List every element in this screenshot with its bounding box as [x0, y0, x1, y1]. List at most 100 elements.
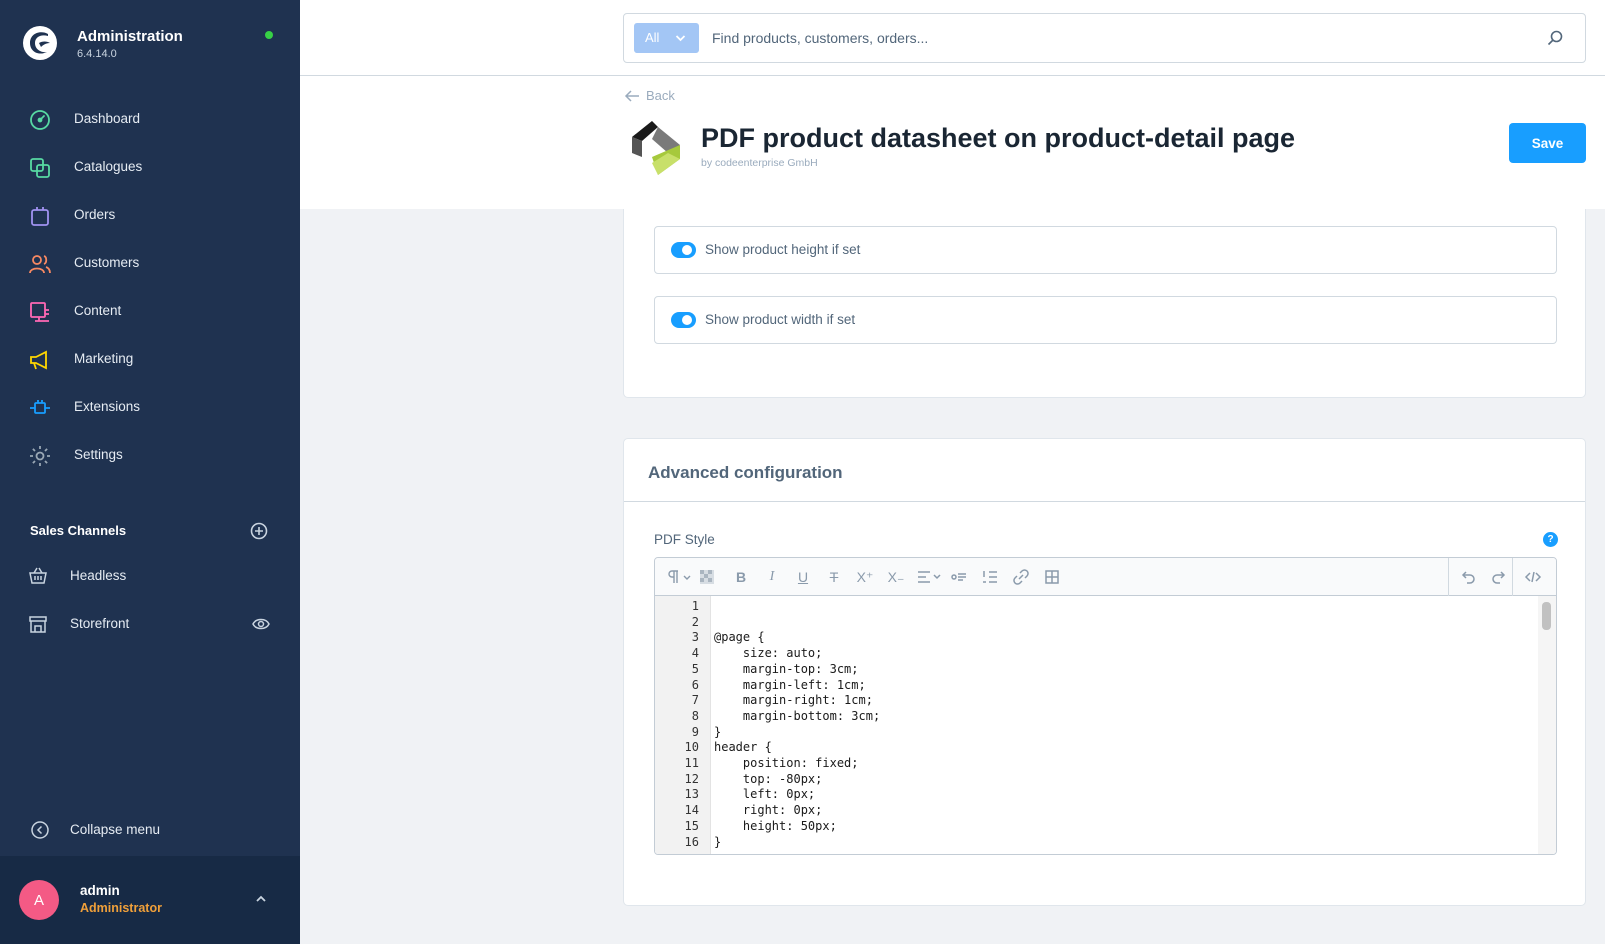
- line-number: 7: [691, 693, 699, 708]
- code-line: left: 0px;: [714, 787, 816, 802]
- page-subtitle: by codeenterprise GmbH: [701, 157, 818, 169]
- paragraph-format-button[interactable]: [665, 567, 695, 587]
- save-button[interactable]: Save: [1509, 123, 1586, 163]
- bullet-list-button[interactable]: [949, 567, 969, 587]
- plugin-logo-icon: [632, 121, 680, 175]
- line-number: 16: [684, 834, 699, 849]
- nav-item-extensions[interactable]: Extensions: [0, 384, 300, 432]
- toolbar-separator: [1512, 558, 1513, 596]
- line-number: 13: [684, 787, 699, 802]
- nav-item-catalogues[interactable]: Catalogues: [0, 144, 300, 192]
- toggle-row-width[interactable]: Show product width if set: [654, 296, 1557, 344]
- nav-item-marketing[interactable]: Marketing: [0, 336, 300, 384]
- app-title: Administration: [77, 28, 183, 45]
- line-number: 9: [691, 724, 699, 739]
- show-height-toggle[interactable]: [671, 242, 696, 258]
- link-button[interactable]: [1011, 567, 1031, 587]
- checkerboard-icon: [700, 570, 714, 584]
- global-search: All: [623, 13, 1586, 63]
- orders-icon: [31, 207, 49, 226]
- italic-button[interactable]: I: [762, 567, 782, 587]
- toggle-row-height[interactable]: Show product height if set: [654, 226, 1557, 274]
- extensions-icon: [30, 400, 50, 414]
- line-number: 6: [691, 677, 699, 692]
- shopware-logo-icon[interactable]: [22, 25, 58, 61]
- status-online-dot: [265, 31, 273, 39]
- underline-icon: U: [797, 569, 809, 585]
- divider: [624, 501, 1585, 502]
- config-card: Show product height if set Show product …: [623, 209, 1586, 398]
- catalogue-icon: [30, 158, 50, 178]
- toggle-label: Show product height if set: [705, 242, 861, 257]
- nav-item-settings[interactable]: Settings: [0, 432, 300, 480]
- code-line: right: 0px;: [714, 803, 823, 818]
- collapse-menu-button[interactable]: Collapse menu: [0, 810, 300, 850]
- code-line: }: [714, 834, 722, 849]
- line-number: 15: [684, 818, 699, 833]
- user-menu[interactable]: A admin Administrator: [0, 856, 300, 944]
- editor-toolbar: B I U T X⁺ X₋: [655, 558, 1556, 596]
- subscript-icon: X₋: [887, 569, 905, 585]
- numbered-list-button[interactable]: [980, 567, 1000, 587]
- sidebar: Administration 6.4.14.0 Dashboard Catalo…: [0, 0, 300, 944]
- basket-icon: [29, 567, 47, 584]
- page-title: PDF product datasheet on product-detail …: [701, 123, 1296, 153]
- line-number: 4: [691, 646, 699, 661]
- line-number: 12: [684, 771, 699, 786]
- text-color-button[interactable]: [697, 567, 717, 587]
- table-icon: [1045, 570, 1059, 584]
- undo-button[interactable]: [1458, 567, 1478, 587]
- underline-button[interactable]: U: [793, 567, 813, 587]
- paragraph-icon: [668, 570, 691, 583]
- bold-button[interactable]: B: [731, 567, 751, 587]
- search-icon[interactable]: [1546, 29, 1564, 47]
- eye-icon[interactable]: [252, 616, 270, 632]
- search-input[interactable]: [712, 24, 1512, 52]
- italic-icon: I: [769, 569, 775, 584]
- user-role: Administrator: [80, 901, 162, 915]
- code-line: margin-left: 1cm;: [714, 677, 866, 692]
- collapse-menu-label: Collapse menu: [70, 822, 161, 837]
- code-line: }: [714, 724, 722, 739]
- nav-item-content[interactable]: Content: [0, 288, 300, 336]
- help-icon[interactable]: ?: [1543, 532, 1558, 547]
- search-scope-dropdown[interactable]: All: [634, 23, 699, 53]
- strikethrough-button[interactable]: T: [824, 567, 844, 587]
- sales-channel-headless[interactable]: Headless: [0, 556, 300, 596]
- app-version: 6.4.14.0: [77, 48, 117, 60]
- code-view-button[interactable]: [1523, 567, 1543, 587]
- code-line: margin-right: 1cm;: [714, 693, 873, 708]
- back-label: Back: [646, 88, 675, 103]
- table-button[interactable]: [1042, 567, 1062, 587]
- nav-label: Dashboard: [74, 111, 141, 126]
- nav-item-orders[interactable]: Orders: [0, 192, 300, 240]
- avatar: A: [19, 880, 59, 920]
- nav-label: Marketing: [74, 351, 134, 366]
- superscript-button[interactable]: X⁺: [855, 567, 875, 587]
- code-area[interactable]: 1 2 3 @page {4 size: auto; 5 margin-top: 3cm…: [655, 596, 1556, 854]
- customers-icon: [29, 255, 51, 274]
- align-dropdown-button[interactable]: [915, 567, 945, 587]
- arrow-left-icon: [624, 90, 639, 102]
- code-line: position: fixed;: [714, 756, 859, 770]
- redo-button[interactable]: [1489, 567, 1509, 587]
- numbered-list-icon: [983, 571, 997, 583]
- add-sales-channel-icon[interactable]: [250, 522, 268, 540]
- show-width-toggle[interactable]: [671, 312, 696, 328]
- nav-label: Catalogues: [74, 159, 143, 174]
- main-nav: Dashboard Catalogues Orders Customers Co…: [0, 96, 300, 480]
- sales-channel-label: Headless: [70, 568, 127, 583]
- nav-label: Orders: [74, 207, 116, 222]
- nav-item-customers[interactable]: Customers: [0, 240, 300, 288]
- toolbar-separator: [1448, 558, 1449, 596]
- advanced-config-card: Advanced configuration PDF Style ? B I U…: [623, 438, 1586, 906]
- line-number: 11: [684, 756, 699, 770]
- editor-scrollbar[interactable]: [1538, 596, 1556, 854]
- dashboard-icon: [30, 110, 50, 130]
- toggle-label: Show product width if set: [705, 312, 856, 327]
- nav-label: Customers: [74, 255, 140, 270]
- subscript-button[interactable]: X₋: [886, 567, 906, 587]
- scrollbar-thumb[interactable]: [1542, 602, 1551, 630]
- sales-channel-storefront[interactable]: Storefront: [0, 604, 300, 644]
- nav-item-dashboard[interactable]: Dashboard: [0, 96, 300, 144]
